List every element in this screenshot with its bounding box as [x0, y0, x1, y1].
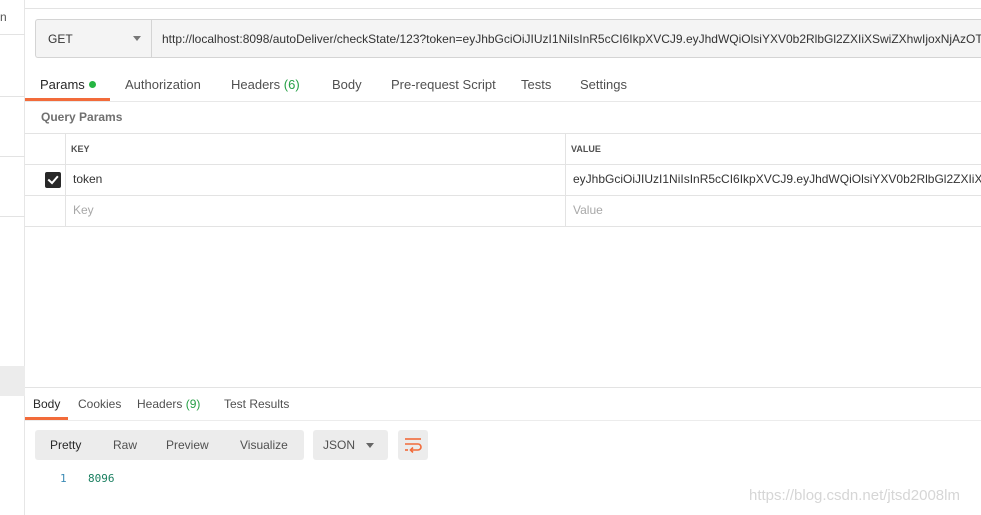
view-preview-button[interactable]: Preview — [166, 430, 209, 460]
response-tab-test-results[interactable]: Test Results — [224, 397, 289, 411]
sidebar-divider — [0, 96, 25, 97]
tab-authorization-label: Authorization — [125, 77, 201, 92]
key-column-header: KEY — [71, 144, 90, 154]
method-label: GET — [48, 31, 73, 46]
language-select[interactable]: JSON — [313, 430, 388, 460]
tab-settings[interactable]: Settings — [580, 77, 627, 92]
tab-body-label: Body — [332, 77, 362, 92]
response-tab-test-results-label: Test Results — [224, 397, 290, 411]
tab-headers[interactable]: Headers (6) — [231, 77, 300, 92]
response-tab-headers-label: Headers — [137, 397, 183, 411]
sidebar-divider — [0, 216, 25, 217]
response-body-text: 8096 — [88, 472, 115, 485]
table-column-divider — [565, 133, 566, 227]
tab-pre-request-script[interactable]: Pre-request Script — [391, 77, 496, 92]
line-number: 1 — [60, 472, 67, 485]
check-icon — [47, 175, 59, 185]
tab-params[interactable]: Params — [40, 77, 96, 92]
sidebar: n — [0, 0, 25, 515]
view-mode-group: Pretty Raw Preview Visualize — [35, 430, 304, 460]
new-param-key-input[interactable]: Key — [73, 203, 553, 217]
value-column-header: VALUE — [571, 144, 601, 154]
param-enabled-checkbox[interactable] — [45, 172, 61, 188]
tab-params-label: Params — [40, 77, 85, 92]
param-value-input[interactable]: eyJhbGciOiJIUzI1NiIsInR5cCI6IkpXVCJ9.eyJ… — [573, 172, 981, 186]
response-tab-body-label: Body — [33, 397, 61, 411]
tab-tests[interactable]: Tests — [521, 77, 551, 92]
view-visualize-button[interactable]: Visualize — [240, 430, 288, 460]
view-raw-button[interactable]: Raw — [113, 430, 137, 460]
table-border — [25, 164, 981, 165]
sidebar-selected-item[interactable] — [0, 366, 25, 396]
tab-tests-label: Tests — [521, 77, 552, 92]
tab-settings-label: Settings — [580, 77, 627, 92]
wrap-lines-icon — [405, 438, 422, 453]
chevron-down-icon — [133, 36, 141, 41]
request-bar: GET http://localhost:8098/autoDeliver/ch… — [35, 19, 981, 58]
watermark: https://blog.csdn.net/jtsd2008lm — [749, 487, 960, 504]
table-column-divider — [65, 133, 66, 227]
active-dot-icon — [88, 81, 96, 88]
new-param-value-input[interactable]: Value — [573, 203, 981, 217]
tab-authorization[interactable]: Authorization — [125, 77, 201, 92]
table-border — [25, 226, 981, 227]
response-tabs-divider — [25, 420, 981, 421]
view-pretty-button[interactable]: Pretty — [50, 430, 81, 460]
top-divider — [25, 8, 981, 9]
url-text: http://localhost:8098/autoDeliver/checkS… — [162, 31, 981, 46]
response-tab-cookies[interactable]: Cookies — [78, 397, 121, 411]
chevron-down-icon — [366, 443, 374, 448]
response-divider — [25, 387, 981, 388]
response-tab-headers[interactable]: Headers (9) — [137, 397, 200, 411]
response-tab-body[interactable]: Body — [33, 397, 60, 411]
table-border — [25, 195, 981, 196]
query-params-title: Query Params — [41, 110, 123, 124]
sidebar-text: n — [0, 10, 7, 24]
response-tab-headers-count: (9) — [185, 397, 201, 411]
wrap-lines-button[interactable] — [398, 430, 428, 460]
tab-body[interactable]: Body — [332, 77, 362, 92]
sidebar-divider — [0, 156, 25, 157]
url-input[interactable]: http://localhost:8098/autoDeliver/checkS… — [152, 20, 981, 57]
table-border — [25, 133, 981, 134]
tabs-divider — [25, 101, 981, 102]
tab-headers-count: (6) — [283, 77, 300, 92]
tab-pre-request-script-label: Pre-request Script — [391, 77, 496, 92]
param-key-input[interactable]: token — [73, 172, 553, 186]
response-tab-cookies-label: Cookies — [78, 397, 122, 411]
language-label: JSON — [323, 438, 356, 452]
sidebar-divider — [0, 34, 25, 35]
tab-headers-label: Headers — [231, 77, 281, 92]
method-select[interactable]: GET — [36, 20, 152, 57]
